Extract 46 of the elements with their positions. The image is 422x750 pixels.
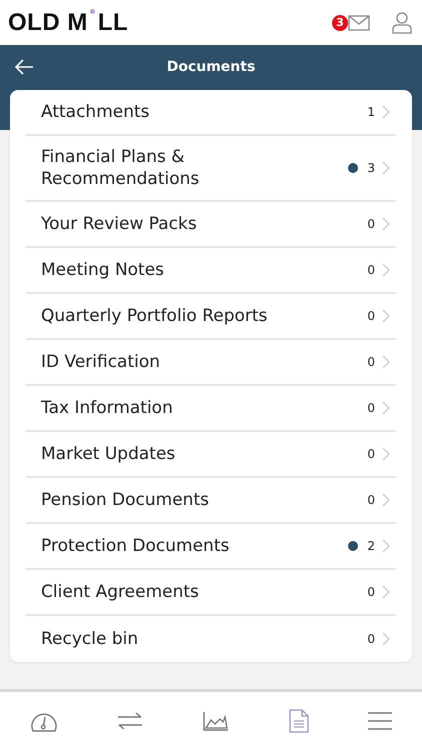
mail-icon[interactable]: [348, 14, 370, 30]
document-count: 0: [367, 447, 375, 461]
page-title: Documents: [166, 59, 256, 77]
user-icon[interactable]: [392, 12, 412, 34]
document-folder-item[interactable]: Protection Documents 2: [26, 524, 396, 570]
back-icon[interactable]: [14, 59, 34, 75]
document-folder-item[interactable]: Quarterly Portfolio Reports 0: [26, 294, 396, 340]
chevron-right-icon: [382, 217, 390, 231]
chevron-right-icon: [382, 632, 390, 646]
document-folder-item[interactable]: Financial Plans & Recommendations 3: [26, 136, 396, 202]
chevron-right-icon: [382, 355, 390, 369]
document-folder-item[interactable]: Market Updates 0: [26, 432, 396, 478]
document-folder-item[interactable]: Pension Documents 0: [26, 478, 396, 524]
chevron-right-icon: [382, 263, 390, 277]
chevron-right-icon: [382, 105, 390, 119]
chevron-right-icon: [382, 161, 390, 175]
chevron-right-icon: [382, 401, 390, 415]
document-folder-item[interactable]: Client Agreements 0: [26, 570, 396, 616]
document-count: 0: [367, 401, 375, 415]
document-count: 1: [367, 105, 375, 119]
document-folder-item[interactable]: ID Verification 0: [26, 340, 396, 386]
chevron-right-icon: [382, 309, 390, 323]
document-folder-item[interactable]: Your Review Packs 0: [26, 202, 396, 248]
document-count: 3: [367, 161, 375, 175]
document-folder-item[interactable]: Meeting Notes 0: [26, 248, 396, 294]
logo: OLD M LL: [8, 8, 128, 36]
document-count: 0: [367, 355, 375, 369]
area-chart-icon: [202, 711, 229, 731]
document-count: 0: [367, 309, 375, 323]
menu-icon: [368, 712, 392, 730]
chevron-right-icon: [382, 585, 390, 599]
document-count: 0: [367, 585, 375, 599]
swap-arrows-icon: [117, 712, 144, 730]
document-folder-item[interactable]: Attachments 1: [26, 90, 396, 136]
chevron-right-icon: [382, 447, 390, 461]
unread-badge: 3: [332, 14, 348, 30]
document-count: 0: [367, 217, 375, 231]
document-icon: [288, 709, 309, 733]
document-count: 0: [367, 493, 375, 507]
document-count: 2: [367, 539, 375, 553]
document-count: 0: [367, 263, 375, 277]
document-count: 0: [367, 632, 375, 646]
document-folder-item[interactable]: Recycle bin 0: [26, 616, 396, 662]
document-folder-item[interactable]: Tax Information 0: [26, 386, 396, 432]
chevron-right-icon: [382, 493, 390, 507]
chevron-right-icon: [382, 539, 390, 553]
